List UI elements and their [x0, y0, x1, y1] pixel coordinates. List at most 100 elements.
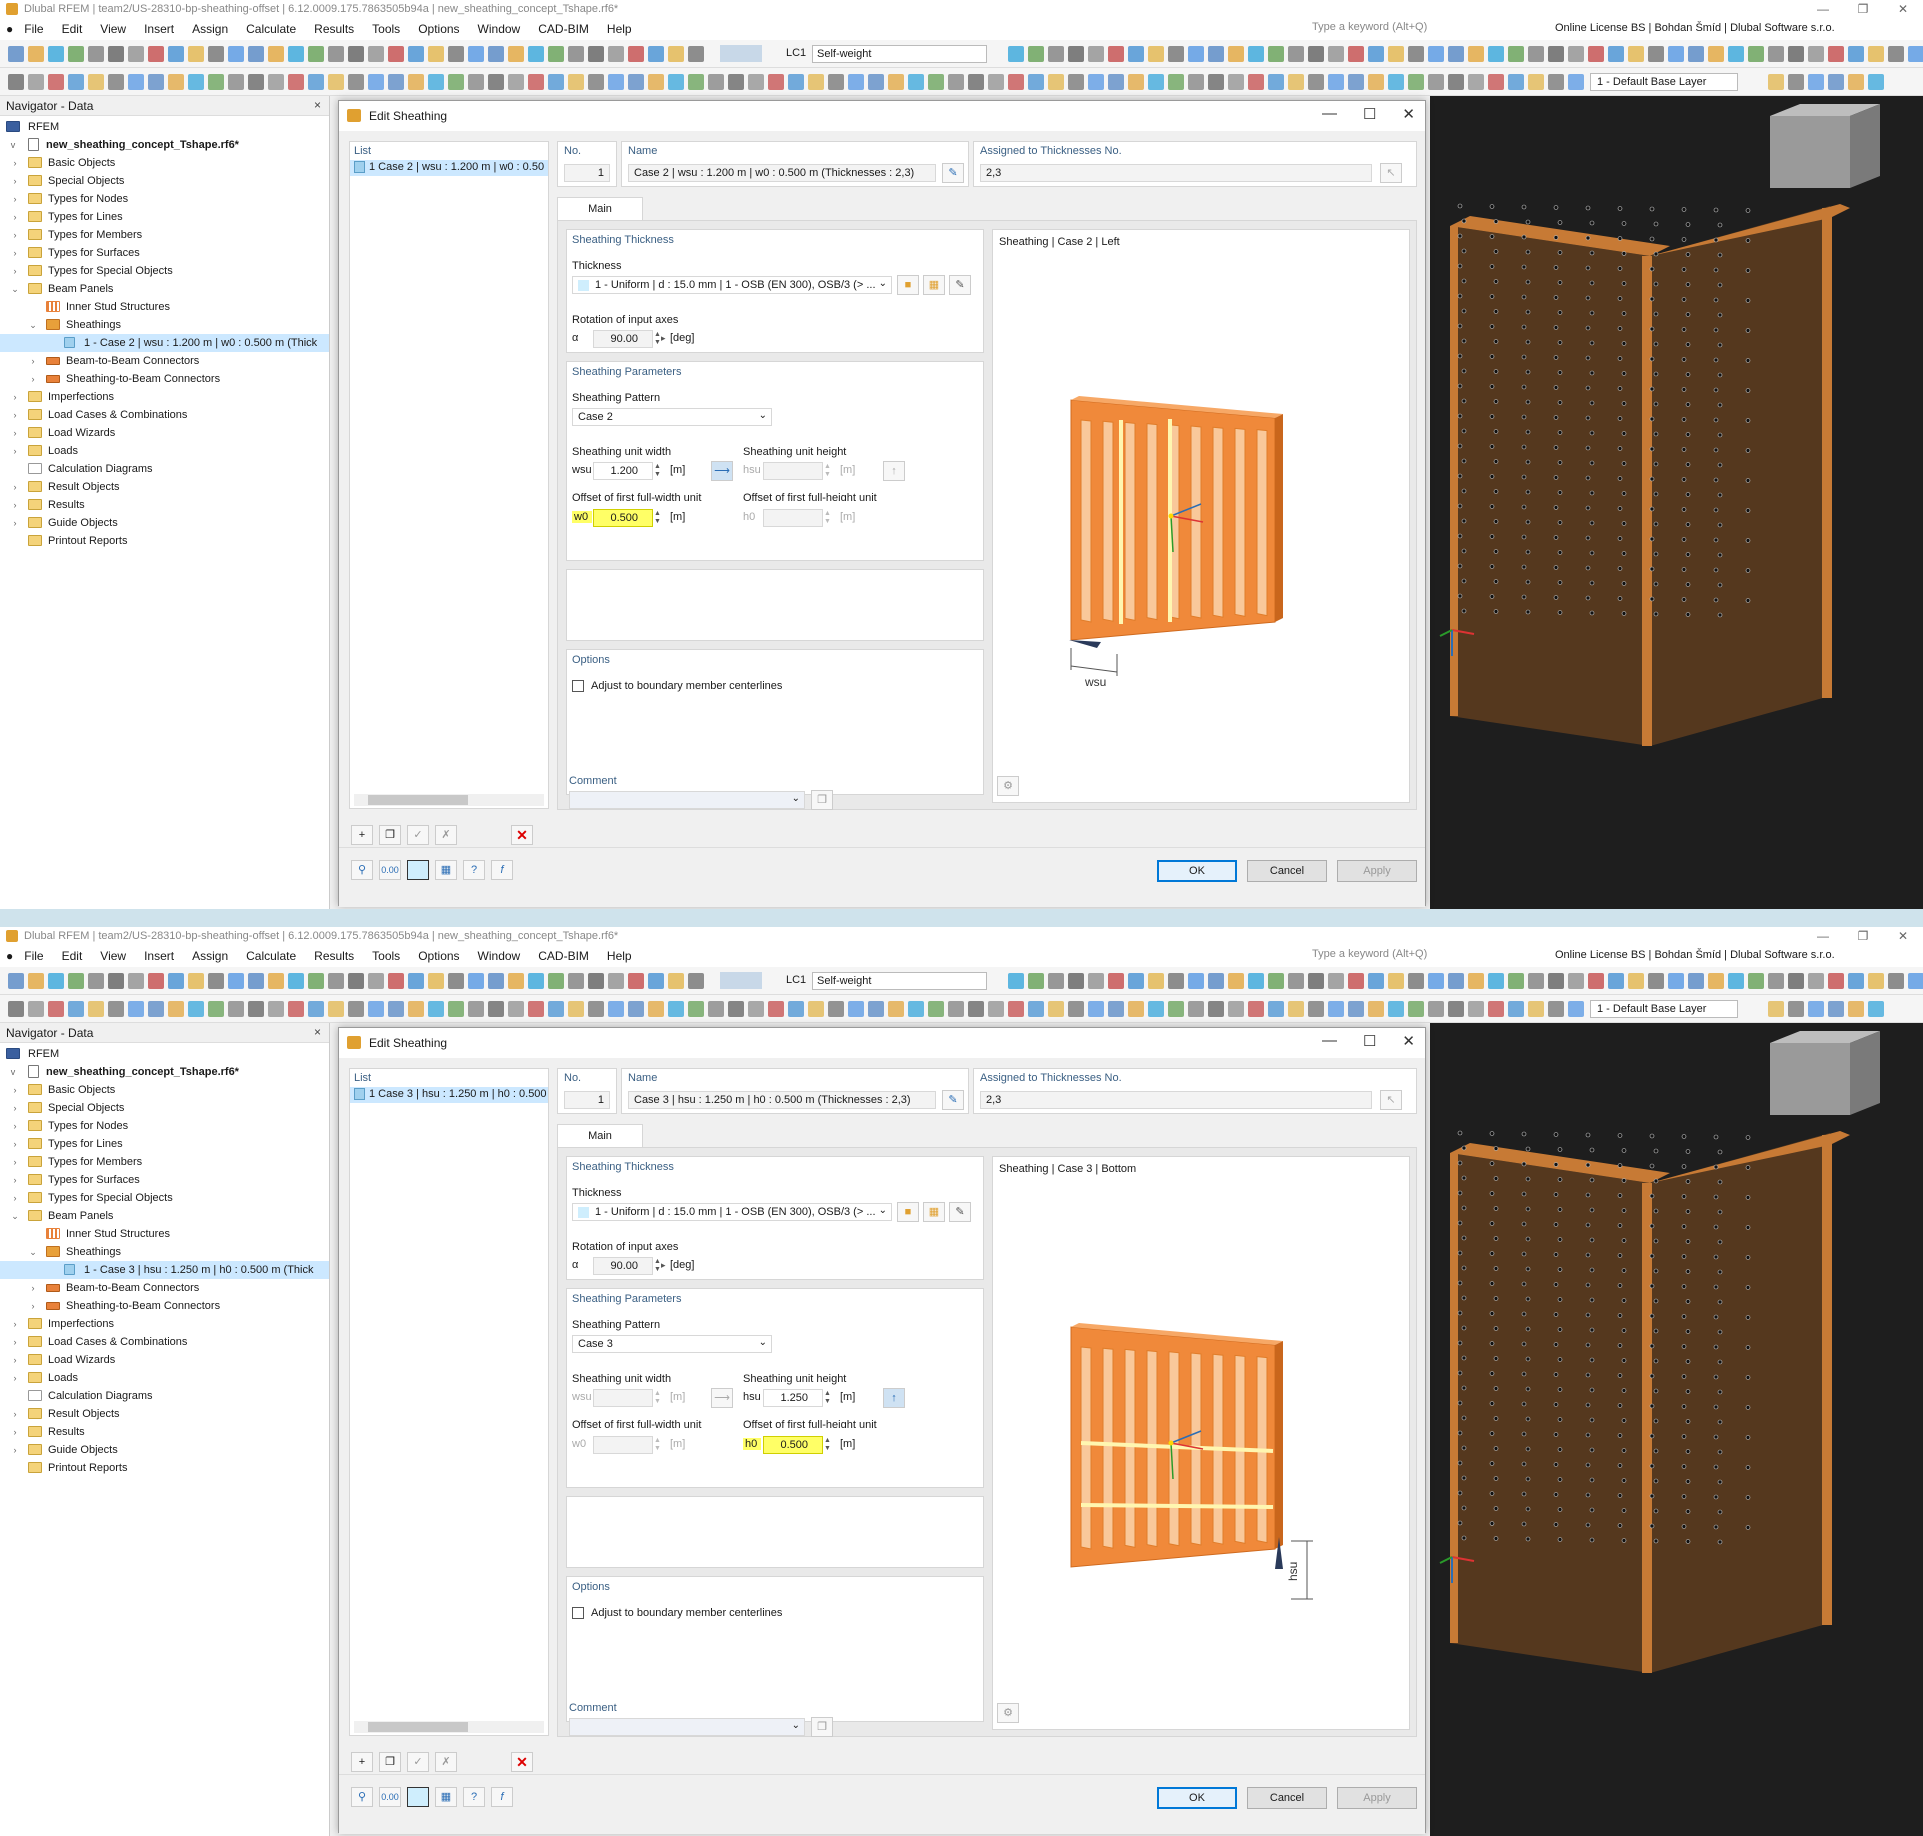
toolbar-tool-icon[interactable] — [588, 973, 604, 989]
assigned-field[interactable]: 2,3 — [980, 1091, 1372, 1109]
nav-item[interactable]: › Sheathing-to-Beam Connectors — [0, 370, 329, 388]
toolbar-tool-icon[interactable] — [368, 973, 384, 989]
toolbar-tool-icon[interactable] — [1428, 973, 1444, 989]
toolbar-tool-icon[interactable] — [1708, 46, 1724, 62]
chevron-right-icon[interactable]: › — [10, 1081, 20, 1099]
pick-button[interactable]: ↖ — [1380, 1090, 1402, 1110]
toolbar-tool-icon[interactable] — [408, 1001, 424, 1017]
new-thickness-button[interactable]: ■ — [897, 275, 919, 295]
toolbar-tool-icon[interactable] — [268, 74, 284, 90]
toolbar-tool-icon[interactable] — [528, 46, 544, 62]
view-button[interactable]: ▦ — [435, 860, 457, 880]
toolbar-tool-icon[interactable] — [648, 46, 664, 62]
menu-item[interactable]: Help — [598, 949, 641, 963]
help-icon[interactable]: ? — [463, 1787, 485, 1807]
toolbar-tool-icon[interactable] — [948, 1001, 964, 1017]
toolbar-tool-icon[interactable] — [468, 46, 484, 62]
toolbar-tool-icon[interactable] — [1908, 973, 1923, 989]
toolbar-tool-icon[interactable] — [1068, 1001, 1084, 1017]
chevron-right-icon[interactable]: › — [10, 1351, 20, 1369]
toolbar-tool-icon[interactable] — [88, 1001, 104, 1017]
toolbar-tool-icon[interactable] — [928, 1001, 944, 1017]
toolbar-tool-icon[interactable] — [88, 46, 104, 62]
minimize-icon[interactable]: — — [1803, 927, 1843, 945]
toolbar-tool-icon[interactable] — [1408, 973, 1424, 989]
toolbar-tool-icon[interactable] — [568, 46, 584, 62]
help-icon[interactable]: ? — [463, 860, 485, 880]
toolbar-tool-icon[interactable] — [1588, 973, 1604, 989]
nav-item[interactable]: 1 - Case 3 | hsu : 1.250 m | h0 : 0.500 … — [0, 1261, 329, 1279]
toolbar-tool-icon[interactable] — [428, 74, 444, 90]
view-button[interactable]: ▦ — [435, 1787, 457, 1807]
thickness-select[interactable]: 1 - Uniform | d : 15.0 mm | 1 - OSB (EN … — [572, 1203, 892, 1221]
toolbar-tool-icon[interactable] — [1608, 973, 1624, 989]
toolbar-tool-icon[interactable] — [608, 46, 624, 62]
close-icon[interactable]: ✕ — [1402, 105, 1415, 123]
toolbar-tool-icon[interactable] — [1228, 74, 1244, 90]
chevron-down-icon[interactable]: ⌄ — [759, 410, 767, 421]
toolbar-tool-icon[interactable] — [568, 973, 584, 989]
cancel-button[interactable]: Cancel — [1247, 1787, 1327, 1809]
toolbar-tool-icon[interactable] — [1108, 74, 1124, 90]
nav-item[interactable]: Printout Reports — [0, 1459, 329, 1477]
toolbar-tool-icon[interactable] — [1788, 74, 1804, 90]
color-button[interactable] — [407, 860, 429, 880]
toolbar-tool-icon[interactable] — [1448, 1001, 1464, 1017]
toolbar-tool-icon[interactable] — [1288, 973, 1304, 989]
arrow-up-icon[interactable]: ↑ — [883, 461, 905, 481]
toolbar-tool-icon[interactable] — [1648, 46, 1664, 62]
toolbar-tool-icon[interactable] — [1528, 74, 1544, 90]
toolbar-tool-icon[interactable] — [608, 1001, 624, 1017]
layer-select[interactable]: 1 - Default Base Layer — [1590, 73, 1738, 91]
toolbar-tool-icon[interactable] — [1828, 46, 1844, 62]
maximize-icon[interactable]: ☐ — [1363, 1032, 1376, 1050]
alpha-input[interactable]: 90.00 — [593, 1257, 653, 1275]
assigned-field[interactable]: 2,3 — [980, 164, 1372, 182]
menu-item[interactable]: View — [91, 949, 135, 963]
toolbar-tool-icon[interactable] — [548, 74, 564, 90]
toolbar-tool-icon[interactable] — [288, 973, 304, 989]
toolbar-tool-icon[interactable] — [1268, 74, 1284, 90]
toolbar-tool-icon[interactable] — [1568, 973, 1584, 989]
chevron-right-icon[interactable]: › — [10, 1099, 20, 1117]
toolbar-tool-icon[interactable] — [88, 74, 104, 90]
toolbar-tool-icon[interactable] — [188, 46, 204, 62]
toolbar-tool-icon[interactable] — [628, 973, 644, 989]
toolbar-tool-icon[interactable] — [1788, 973, 1804, 989]
toolbar-tool-icon[interactable] — [28, 74, 44, 90]
toolbar-tool-icon[interactable] — [1108, 1001, 1124, 1017]
maximize-icon[interactable]: ☐ — [1363, 105, 1376, 123]
toolbar-tool-icon[interactable] — [748, 74, 764, 90]
arrow-right-icon[interactable]: ⟶ — [711, 1388, 733, 1408]
chevron-down-icon[interactable]: ⌄ — [792, 1720, 800, 1731]
formula-button[interactable]: f — [491, 860, 513, 880]
tab-main[interactable]: Main — [557, 197, 643, 221]
chevron-right-icon[interactable]: › — [10, 442, 20, 460]
toolbar-tool-icon[interactable] — [948, 74, 964, 90]
toolbar-tool-icon[interactable] — [48, 1001, 64, 1017]
uncheck-button[interactable]: ✗ — [435, 825, 457, 845]
menu-item[interactable]: CAD-BIM — [529, 22, 598, 36]
toolbar-tool-icon[interactable] — [248, 46, 264, 62]
toolbar-tool-icon[interactable] — [1328, 1001, 1344, 1017]
toolbar-tool-icon[interactable] — [448, 46, 464, 62]
toolbar-tool-icon[interactable] — [128, 973, 144, 989]
menu-item[interactable]: Assign — [183, 22, 237, 36]
list-item[interactable]: 1 Case 3 | hsu : 1.250 m | h0 : 0.500 — [350, 1087, 548, 1103]
nav-item[interactable]: › Types for Surfaces — [0, 244, 329, 262]
toolbar-tool-icon[interactable] — [128, 74, 144, 90]
toolbar-tool-icon[interactable] — [888, 1001, 904, 1017]
chevron-down-icon[interactable]: ⌄ — [792, 793, 800, 804]
toolbar-tool-icon[interactable] — [1128, 46, 1144, 62]
nav-item[interactable]: › Load Wizards — [0, 424, 329, 442]
toolbar-tool-icon[interactable] — [928, 74, 944, 90]
adjust-checkbox[interactable] — [572, 680, 584, 692]
toolbar-tool-icon[interactable] — [808, 74, 824, 90]
toolbar-tool-icon[interactable] — [148, 46, 164, 62]
toolbar-tool-icon[interactable] — [1488, 1001, 1504, 1017]
toolbar-tool-icon[interactable] — [1508, 1001, 1524, 1017]
nav-item[interactable]: › Special Objects — [0, 172, 329, 190]
chevron-right-icon[interactable]: › — [10, 478, 20, 496]
toolbar-tool-icon[interactable] — [1808, 74, 1824, 90]
toolbar-tool-icon[interactable] — [1508, 46, 1524, 62]
